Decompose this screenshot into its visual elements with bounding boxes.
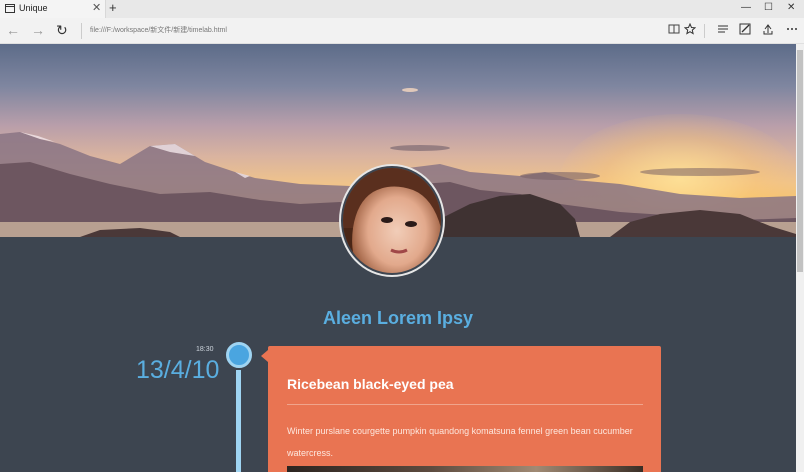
web-note-icon[interactable] <box>739 23 751 38</box>
card-divider <box>287 404 643 405</box>
favorite-star-icon[interactable] <box>683 22 697 38</box>
forward-icon[interactable]: → <box>31 22 45 38</box>
page-viewport: Aleen Lorem Ipsy 18:30 13/4/10 Ricebean … <box>0 44 796 472</box>
back-icon[interactable]: ← <box>6 22 20 38</box>
browser-tab[interactable]: Unique ✕ <box>0 0 106 18</box>
timeline-line <box>236 370 241 472</box>
page-scrollbar[interactable] <box>796 44 804 472</box>
reading-view-icon[interactable] <box>668 23 680 38</box>
nav-separator <box>81 23 82 39</box>
share-icon[interactable] <box>762 23 774 38</box>
toolbar-separator <box>704 24 705 38</box>
browser-nav-bar: ← → ↻ file:///F:/workspace/新文件/新建/timela… <box>0 18 804 44</box>
scrollbar-thumb[interactable] <box>797 50 803 272</box>
card-image <box>287 466 643 472</box>
hub-icon[interactable] <box>717 23 729 38</box>
card-text: Winter purslane courgette pumpkin quando… <box>287 426 633 458</box>
close-window-button[interactable]: ✕ <box>787 2 795 13</box>
timeline-marker <box>226 342 252 368</box>
card-title: Ricebean black-eyed pea <box>287 376 454 392</box>
entry-time: 18:30 <box>196 346 214 353</box>
timeline-card: Ricebean black-eyed pea Winter purslane … <box>268 346 661 472</box>
page-icon <box>5 4 15 13</box>
tab-title: Unique <box>19 3 48 13</box>
browser-title-bar: Unique ✕ + — ☐ ✕ <box>0 0 804 18</box>
maximize-button[interactable]: ☐ <box>764 2 773 13</box>
more-icon[interactable] <box>786 21 798 36</box>
new-tab-button[interactable]: + <box>109 0 117 15</box>
address-bar[interactable]: file:///F:/workspace/新文件/新建/timelab.html <box>90 25 227 35</box>
tab-close-button[interactable]: ✕ <box>92 1 101 14</box>
entry-date: 13/4/10 <box>136 356 220 384</box>
avatar[interactable] <box>343 168 441 273</box>
card-pointer <box>261 350 268 362</box>
profile-name: Aleen Lorem Ipsy <box>322 308 474 328</box>
refresh-icon[interactable]: ↻ <box>56 22 68 39</box>
minimize-button[interactable]: — <box>741 2 751 13</box>
